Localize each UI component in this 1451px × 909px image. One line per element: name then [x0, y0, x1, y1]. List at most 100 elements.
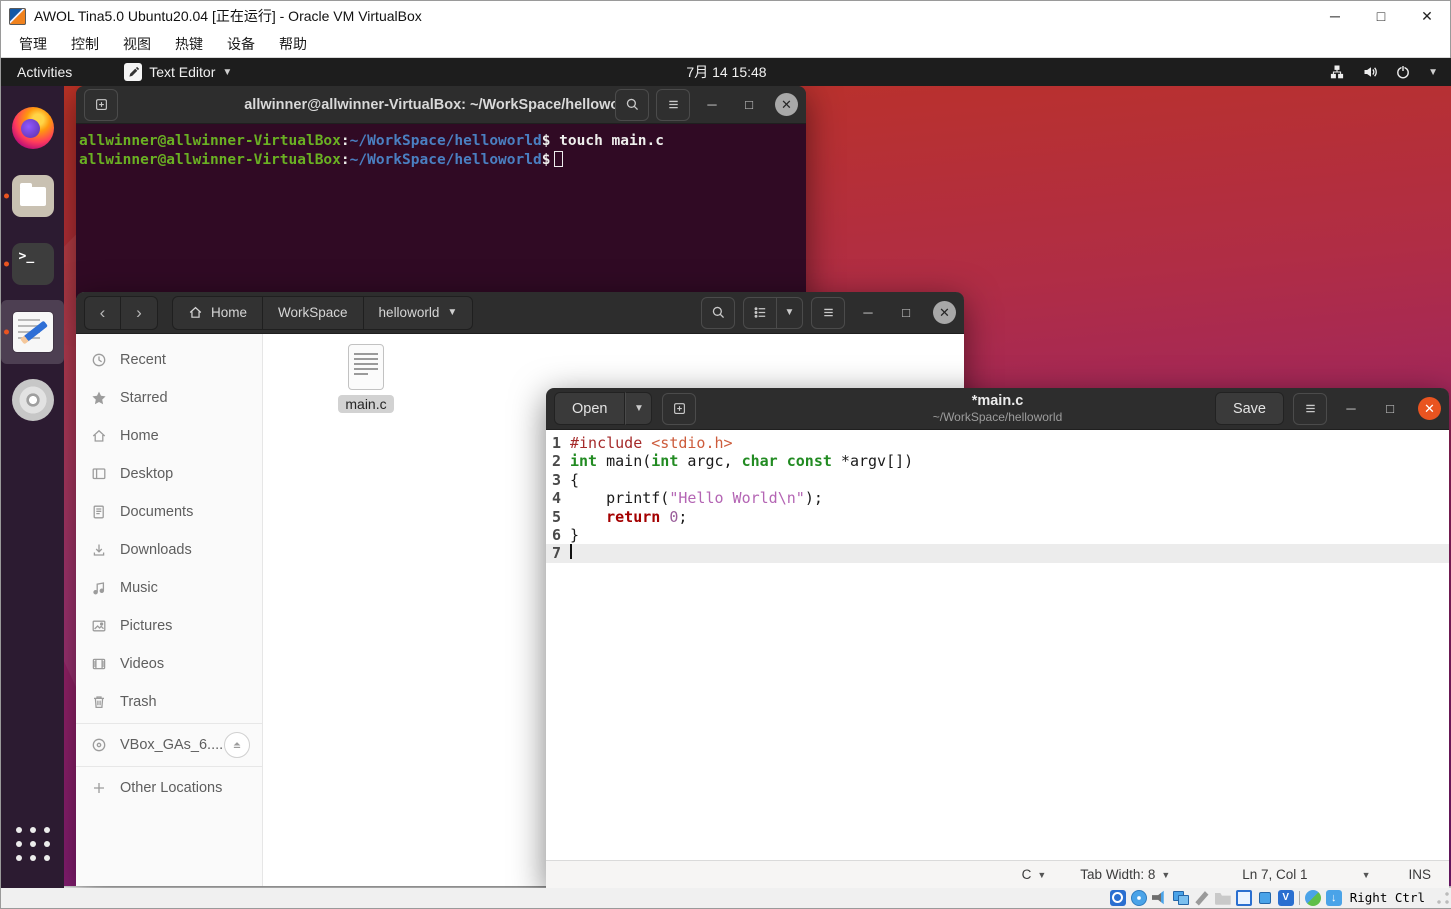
sidebar-item-pictures[interactable]: Pictures: [76, 607, 262, 645]
language-selector[interactable]: C▼: [1022, 867, 1047, 882]
code-line-6[interactable]: 6}: [546, 526, 1449, 544]
sidebar-item-desktop[interactable]: Desktop: [76, 455, 262, 493]
host-menu-item[interactable]: 帮助: [267, 30, 319, 58]
host-menu-item[interactable]: 热键: [163, 30, 215, 58]
line-number: 6: [546, 526, 570, 544]
code-line-5[interactable]: 5 return 0;: [546, 508, 1449, 526]
terminal-headerbar[interactable]: allwinner@allwinner-VirtualBox: ~/WorkSp…: [76, 86, 806, 124]
sidebar-item-other-locations[interactable]: Other Locations: [76, 769, 262, 807]
code-line-1[interactable]: 1#include <stdio.h>: [546, 434, 1449, 452]
file-main-c[interactable]: main.c: [321, 344, 411, 413]
host-menu-item[interactable]: 管理: [7, 30, 59, 58]
open-button[interactable]: Open: [554, 392, 625, 425]
audio-icon[interactable]: [1152, 890, 1168, 906]
chevron-down-icon: ▼: [447, 307, 457, 318]
host-menu-item[interactable]: 设备: [215, 30, 267, 58]
clock[interactable]: 7月 14 15:48: [686, 58, 766, 86]
dock-item-terminal[interactable]: >_: [1, 232, 64, 296]
display-icon[interactable]: [1236, 890, 1252, 906]
hdd-icon[interactable]: [1110, 890, 1126, 906]
host-maximize-button[interactable]: □: [1358, 1, 1404, 31]
tab-width-selector[interactable]: Tab Width: 8▼: [1080, 867, 1170, 882]
menu-icon[interactable]: [1293, 393, 1327, 425]
editor-headerbar[interactable]: Open ▼ *main.c ~/WorkSpace/helloworld Sa…: [546, 388, 1449, 430]
breadcrumb-workspace[interactable]: WorkSpace: [263, 296, 364, 330]
resize-grip[interactable]: [1436, 891, 1450, 905]
sidebar-item-recent[interactable]: Recent: [76, 341, 262, 379]
dock-item-files[interactable]: [1, 164, 64, 228]
files-headerbar[interactable]: ‹ › Home WorkSpace helloworld▼ ▼: [76, 292, 964, 334]
search-icon[interactable]: [615, 89, 649, 121]
code-line-7[interactable]: 7: [546, 544, 1449, 562]
terminal-maximize-button[interactable]: □: [734, 90, 764, 120]
new-document-button[interactable]: [662, 393, 696, 425]
sidebar-item-label: Pictures: [120, 618, 172, 634]
show-applications-button[interactable]: [1, 812, 64, 876]
files-maximize-button[interactable]: □: [891, 298, 921, 328]
breadcrumb-helloworld[interactable]: helloworld▼: [364, 296, 474, 330]
sidebar-item-trash[interactable]: Trash: [76, 683, 262, 721]
editor-close-button[interactable]: ✕: [1418, 397, 1441, 420]
editor-minimize-button[interactable]: ─: [1336, 394, 1366, 424]
chevron-down-icon[interactable]: ▼: [1428, 67, 1438, 78]
new-tab-button[interactable]: [84, 89, 118, 121]
code-line-4[interactable]: 4 printf("Hello World\n");: [546, 489, 1449, 507]
forward-button[interactable]: ›: [121, 296, 158, 330]
terminal-minimize-button[interactable]: ─: [697, 90, 727, 120]
network-tree-icon[interactable]: [1329, 64, 1345, 80]
text-editor-icon: [124, 63, 142, 81]
sidebar-item-label: Starred: [120, 390, 168, 406]
network-icon[interactable]: [1173, 890, 1189, 906]
sidebar-item-downloads[interactable]: Downloads: [76, 531, 262, 569]
sidebar-item-documents[interactable]: Documents: [76, 493, 262, 531]
optical-icon[interactable]: [1131, 890, 1147, 906]
back-button[interactable]: ‹: [84, 296, 121, 330]
power-icon[interactable]: [1395, 64, 1411, 80]
code-line-2[interactable]: 2int main(int argc, char const *argv[]): [546, 452, 1449, 470]
app-menu-button[interactable]: Text Editor ▼: [114, 63, 242, 81]
save-button[interactable]: Save: [1215, 392, 1284, 425]
sidebar-item-vbox-gas[interactable]: VBox_GAs_6....: [76, 726, 262, 764]
terminal-close-button[interactable]: ✕: [775, 93, 798, 116]
code-editor-area[interactable]: 1#include <stdio.h>2int main(int argc, c…: [546, 430, 1449, 860]
search-icon[interactable]: [701, 297, 735, 329]
dock-item-firefox[interactable]: [1, 96, 64, 160]
line-number: 2: [546, 452, 570, 470]
shared-icon[interactable]: [1215, 890, 1231, 906]
keyboard-icon[interactable]: ↓: [1326, 890, 1342, 906]
sidebar-item-music[interactable]: Music: [76, 569, 262, 607]
dock-item-text-editor[interactable]: [1, 300, 64, 364]
open-options-button[interactable]: ▼: [625, 392, 652, 425]
editor-maximize-button[interactable]: □: [1375, 394, 1405, 424]
host-close-button[interactable]: ✕: [1404, 1, 1450, 31]
breadcrumb-home[interactable]: Home: [172, 296, 263, 330]
files-close-button[interactable]: ✕: [933, 301, 956, 324]
volume-icon[interactable]: [1362, 64, 1378, 80]
home-icon: [188, 305, 203, 320]
host-menu-item[interactable]: 控制: [59, 30, 111, 58]
code-line-3[interactable]: 3{: [546, 471, 1449, 489]
sidebar-item-videos[interactable]: Videos: [76, 645, 262, 683]
sidebar-item-starred[interactable]: Starred: [76, 379, 262, 417]
menu-icon[interactable]: [656, 89, 690, 121]
sidebar-item-home[interactable]: Home: [76, 417, 262, 455]
activities-button[interactable]: Activities: [1, 58, 88, 86]
view-options-button[interactable]: ▼: [777, 297, 803, 329]
goto-line-button[interactable]: ▼: [1356, 870, 1371, 880]
cursor-position[interactable]: Ln 7, Col 1: [1242, 867, 1307, 882]
eject-button[interactable]: [224, 732, 250, 758]
running-indicator: [4, 330, 9, 335]
menu-icon[interactable]: [811, 297, 845, 329]
host-minimize-button[interactable]: ─: [1312, 1, 1358, 31]
mouse-icon[interactable]: [1305, 890, 1321, 906]
recording-icon[interactable]: [1257, 890, 1273, 906]
files-minimize-button[interactable]: ─: [853, 298, 883, 328]
list-view-icon[interactable]: [743, 297, 777, 329]
host-menu-item[interactable]: 视图: [111, 30, 163, 58]
star-icon: [91, 390, 107, 406]
terminal-output[interactable]: allwinner@allwinner-VirtualBox:~/WorkSpa…: [76, 124, 806, 177]
dock-item-disc[interactable]: [1, 368, 64, 432]
features-icon[interactable]: V: [1278, 890, 1294, 906]
usb-icon[interactable]: [1194, 890, 1210, 906]
terminal-line: allwinner@allwinner-VirtualBox:~/WorkSpa…: [79, 132, 803, 151]
